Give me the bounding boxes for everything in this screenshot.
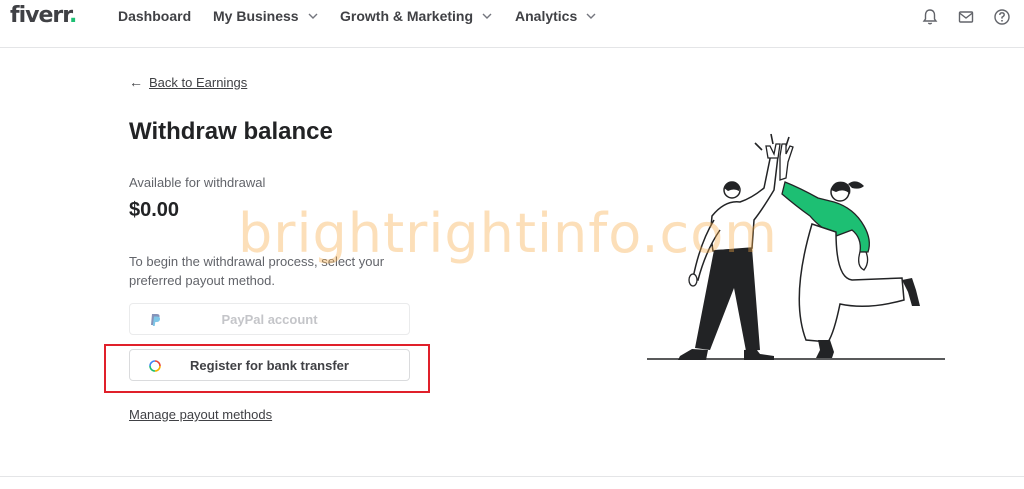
nav-my-business[interactable]: My Business xyxy=(213,8,319,24)
nav-analytics-label: Analytics xyxy=(515,8,578,24)
mail-icon[interactable] xyxy=(957,8,975,26)
nav-dashboard[interactable]: Dashboard xyxy=(118,8,191,24)
logo-dot: . xyxy=(68,3,77,28)
nav-growth-marketing-label: Growth & Marketing xyxy=(340,8,474,24)
withdrawal-description: To begin the withdrawal process, select … xyxy=(129,254,385,288)
chevron-down-icon xyxy=(482,13,492,19)
highlight-box xyxy=(104,344,430,393)
footer-divider xyxy=(0,476,1024,477)
chevron-down-icon xyxy=(586,13,596,19)
arrow-left-icon: ← xyxy=(129,74,143,90)
page-title: Withdraw balance xyxy=(129,118,333,145)
help-icon[interactable] xyxy=(993,8,1011,26)
paypal-button-label: PayPal account xyxy=(221,311,318,327)
available-label: Available for withdrawal xyxy=(129,175,266,190)
available-amount: $0.00 xyxy=(129,199,180,221)
manage-payout-methods-link[interactable]: Manage payout methods xyxy=(129,407,272,422)
logo-text: fiverr xyxy=(10,3,70,28)
fiverr-logo[interactable]: fiverr. xyxy=(10,3,77,28)
paypal-icon xyxy=(151,314,161,326)
nav-my-business-label: My Business xyxy=(213,8,299,24)
nav-growth-marketing[interactable]: Growth & Marketing xyxy=(340,8,493,24)
high-five-illustration xyxy=(647,133,945,360)
top-navigation: fiverr. Dashboard My Business Growth & M… xyxy=(0,0,1024,48)
paypal-account-button[interactable]: PayPal account xyxy=(129,303,410,335)
back-link-label: Back to Earnings xyxy=(149,74,248,90)
chevron-down-icon xyxy=(308,13,318,19)
nav-dashboard-label: Dashboard xyxy=(118,8,192,24)
back-to-earnings-link[interactable]: ← Back to Earnings xyxy=(129,74,247,90)
nav-analytics[interactable]: Analytics xyxy=(515,8,597,24)
bell-icon[interactable] xyxy=(921,8,939,26)
